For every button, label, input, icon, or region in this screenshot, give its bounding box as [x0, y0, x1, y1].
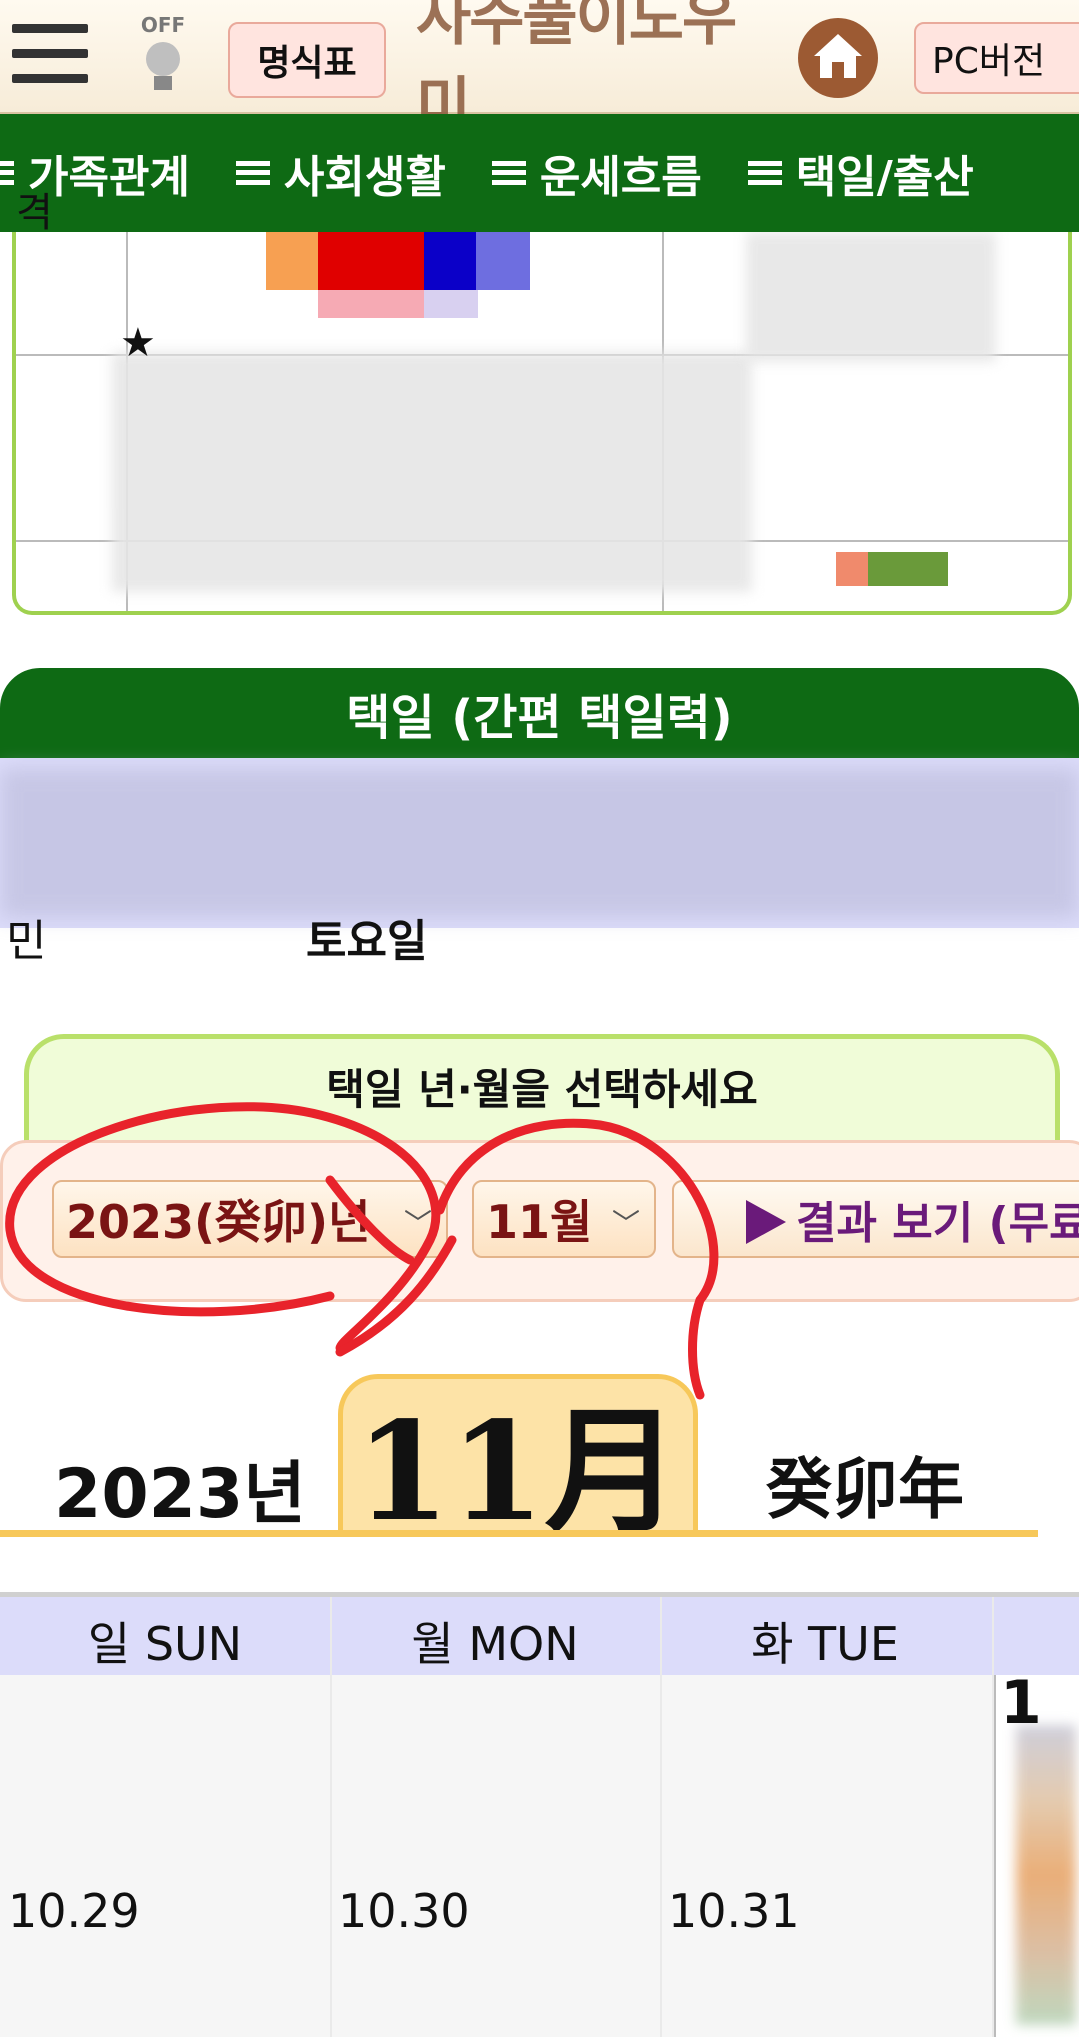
min-label: 민 [6, 916, 47, 967]
calendar-day-number: 1 [1000, 1668, 1042, 1738]
calendar-ganji-label: 癸卯年 [766, 1450, 964, 1528]
nav-item-social[interactable]: 사회생활 [235, 141, 446, 205]
pc-version-button[interactable]: PC버전 [914, 22, 1079, 94]
calendar-date-cell[interactable]: 10.29 [8, 1884, 140, 1938]
taekil-section-title: 택일 (간편 택일력) [0, 668, 1079, 758]
home-icon[interactable] [798, 18, 878, 98]
calendar-body [0, 1675, 1079, 2037]
gyeok-label: 격 [16, 190, 53, 236]
chevron-down-icon: ﹀ [403, 1207, 432, 1240]
nav-item-taekil[interactable]: 택일/출산 [747, 141, 974, 205]
list-icon [0, 161, 14, 185]
weekday-mon: 월 MON [411, 1617, 579, 1671]
nav-item-fortune[interactable]: 운세흐름 [491, 141, 702, 205]
app-logo: 사주풀이도우미 [416, 0, 737, 141]
month-divider [0, 1530, 1038, 1537]
view-result-button[interactable]: 결과 보기 (무료 [672, 1180, 1079, 1258]
select-title: 택일 년·월을 선택하세요 [326, 1065, 758, 1114]
taekil-info-panel [0, 758, 1079, 928]
play-triangle-icon [746, 1200, 786, 1244]
list-icon [747, 161, 782, 185]
calendar-date-cell[interactable]: 10.30 [338, 1884, 470, 1938]
year-select[interactable]: 2023(癸卯)년 ﹀ [52, 1180, 448, 1258]
bulb-off-label: OFF [140, 13, 186, 37]
chevron-down-icon: ﹀ [611, 1207, 640, 1240]
light-bulb-icon [146, 42, 180, 76]
list-icon [491, 161, 526, 185]
light-bulb-toggle[interactable]: OFF [132, 14, 194, 98]
month-select[interactable]: 11월 ﹀ [472, 1180, 656, 1258]
list-icon [235, 161, 270, 185]
calendar-date-cell[interactable]: 10.31 [668, 1884, 800, 1938]
myeongsik-button[interactable]: 명식표 [228, 22, 386, 98]
weekday-sun: 일 SUN [87, 1617, 243, 1671]
calendar-year-label: 2023년 [54, 1455, 306, 1534]
saju-info-table [12, 232, 1072, 615]
category-nav: 가족관계 사회생활 운세흐름 택일/출산 [0, 114, 1079, 232]
weekday-tue: 화 TUE [751, 1617, 899, 1671]
star-icon: ★ [120, 320, 156, 366]
hamburger-menu-icon[interactable] [12, 24, 90, 84]
weekday-label: 토요일 [306, 916, 428, 967]
